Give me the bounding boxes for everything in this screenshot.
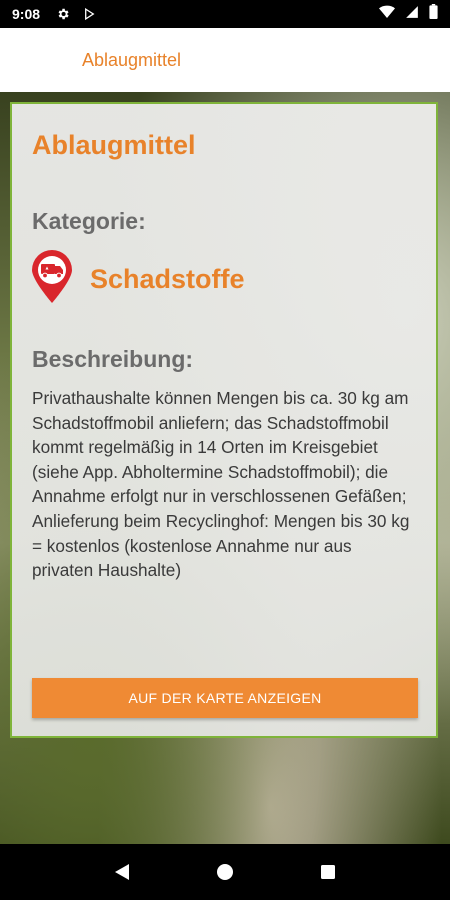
home-icon[interactable]: [205, 852, 245, 892]
category-label: Kategorie:: [32, 208, 146, 234]
hazmat-truck-pin-icon: [30, 250, 74, 309]
detail-card: Ablaugmittel Kategorie: Schadstoffe Besc…: [10, 102, 438, 738]
wifi-icon: [379, 5, 395, 24]
battery-icon: [429, 4, 438, 24]
back-icon[interactable]: [102, 852, 142, 892]
app-bar: Ablaugmittel: [0, 28, 450, 92]
signal-icon: [405, 5, 419, 24]
item-title: Ablaugmittel: [32, 130, 196, 160]
app-bar-title: Ablaugmittel: [82, 49, 182, 70]
category-row: Schadstoffe: [30, 250, 245, 309]
status-bar: 9:08: [0, 0, 450, 28]
description-text: Privathaushalte können Mengen bis ca. 30…: [32, 388, 410, 581]
navigation-bar: [0, 844, 450, 900]
description-label: Beschreibung:: [32, 346, 194, 372]
category-name: Schadstoffe: [90, 264, 245, 294]
recents-icon[interactable]: [308, 852, 348, 892]
settings-icon: [54, 5, 72, 23]
status-time: 9:08: [12, 6, 41, 22]
show-on-map-button[interactable]: AUF DER KARTE ANZEIGEN: [32, 678, 418, 718]
play-store-icon: [80, 5, 98, 23]
